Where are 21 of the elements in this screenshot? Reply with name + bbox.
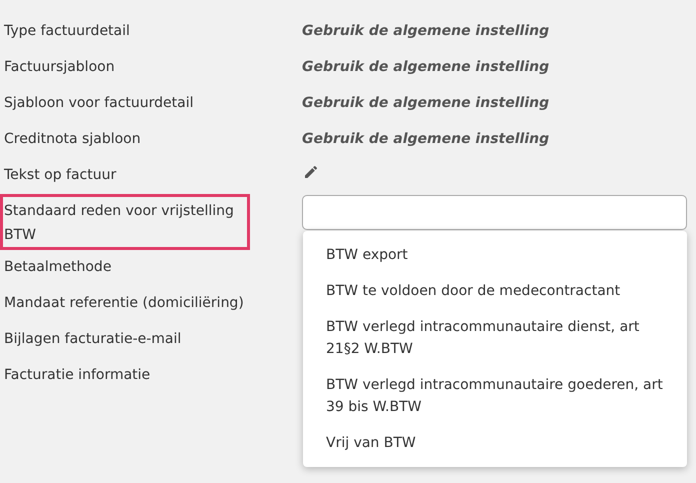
- select-field[interactable]: [302, 195, 687, 230]
- setting-label: Standaard reden voor vrijstelling BTW: [4, 203, 234, 243]
- setting-label: Facturatie informatie: [4, 367, 150, 383]
- pencil-icon[interactable]: [303, 164, 319, 180]
- setting-value: Gebruik de algemene instelling: [302, 131, 550, 147]
- dropdown-option[interactable]: BTW verlegd intracommunautaire goederen, art 39 bis W.BTW: [303, 367, 687, 425]
- setting-label: Bijlagen facturatie-e-mail: [4, 331, 182, 347]
- dropdown-option[interactable]: Vrij van BTW: [303, 425, 687, 461]
- setting-value: Gebruik de algemene instelling: [302, 23, 550, 39]
- setting-label: Betaalmethode: [4, 259, 112, 275]
- dropdown-option[interactable]: BTW export: [303, 237, 687, 273]
- setting-label: Creditnota sjabloon: [4, 131, 141, 147]
- setting-label: Mandaat referentie (domiciliëring): [4, 295, 244, 311]
- dropdown-option[interactable]: BTW verlegd intracommunautaire dienst, art 21§2 W.BTW: [303, 309, 687, 367]
- setting-value: Gebruik de algemene instelling: [302, 95, 550, 111]
- setting-label: Type factuurdetail: [4, 23, 130, 39]
- setting-value: Gebruik de algemene instelling: [302, 59, 550, 75]
- setting-label: Factuursjabloon: [4, 59, 115, 75]
- dropdown-option[interactable]: BTW te voldoen door de medecontractant: [303, 273, 687, 309]
- setting-label: Tekst op factuur: [4, 167, 116, 183]
- setting-label: Sjabloon voor factuurdetail: [4, 95, 194, 111]
